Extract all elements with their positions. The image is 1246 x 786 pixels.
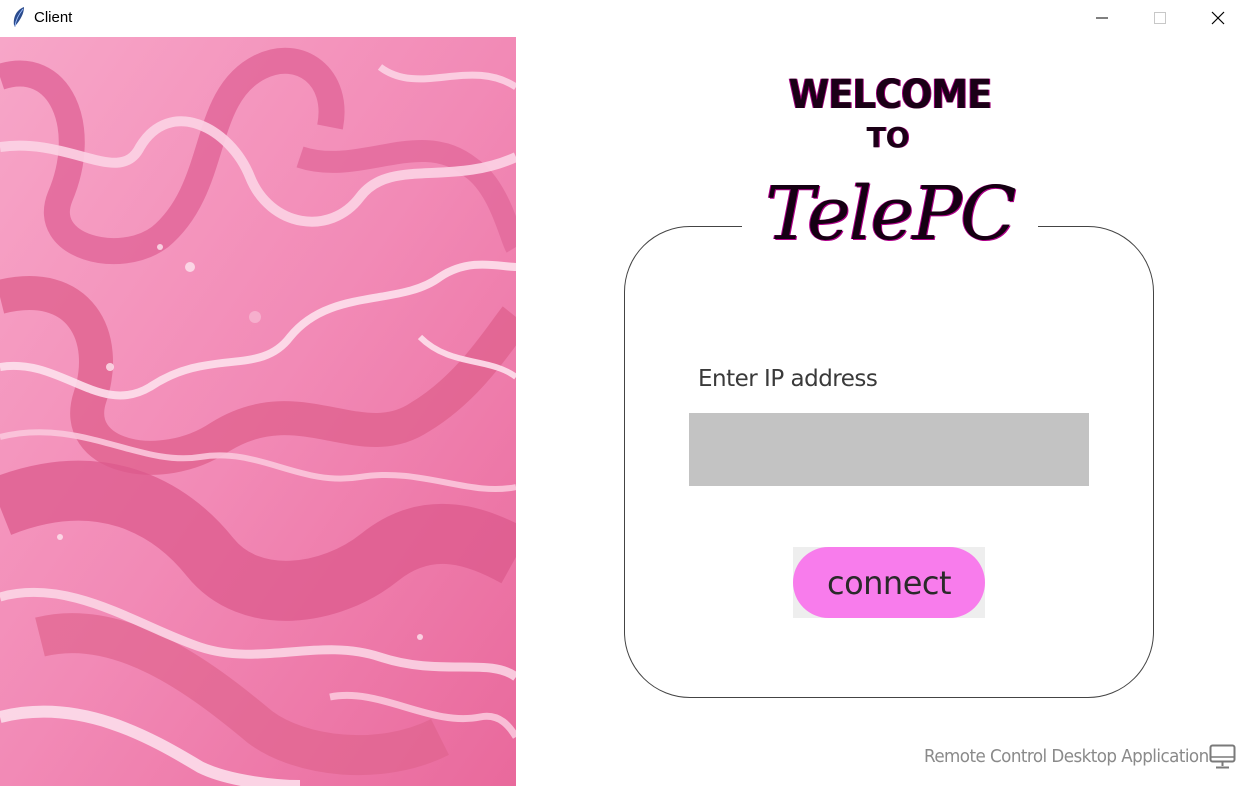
title-bar[interactable]: Client bbox=[0, 0, 1246, 36]
connect-button-frame: connect bbox=[793, 547, 985, 618]
window-title: Client bbox=[34, 9, 73, 26]
ip-address-input[interactable] bbox=[689, 413, 1089, 486]
minimize-button[interactable] bbox=[1073, 0, 1131, 36]
brand-title: TelePC bbox=[742, 168, 1038, 260]
maximize-icon bbox=[1154, 12, 1166, 24]
close-button[interactable] bbox=[1189, 0, 1246, 36]
ip-address-label: Enter IP address bbox=[698, 366, 878, 392]
maximize-button[interactable] bbox=[1131, 0, 1189, 36]
minimize-icon bbox=[1096, 17, 1108, 19]
connect-button[interactable]: connect bbox=[793, 547, 985, 618]
feather-icon bbox=[13, 7, 24, 27]
to-heading: TO bbox=[866, 121, 910, 154]
marble-background-image bbox=[0, 37, 516, 786]
close-icon bbox=[1211, 11, 1225, 25]
welcome-heading: WELCOME bbox=[788, 72, 993, 118]
monitor-icon bbox=[1209, 744, 1236, 769]
footer-caption: Remote Control Desktop Application bbox=[924, 746, 1209, 767]
client-window: Client WELCOME TO TelePC Enter IP addres… bbox=[0, 0, 1246, 786]
